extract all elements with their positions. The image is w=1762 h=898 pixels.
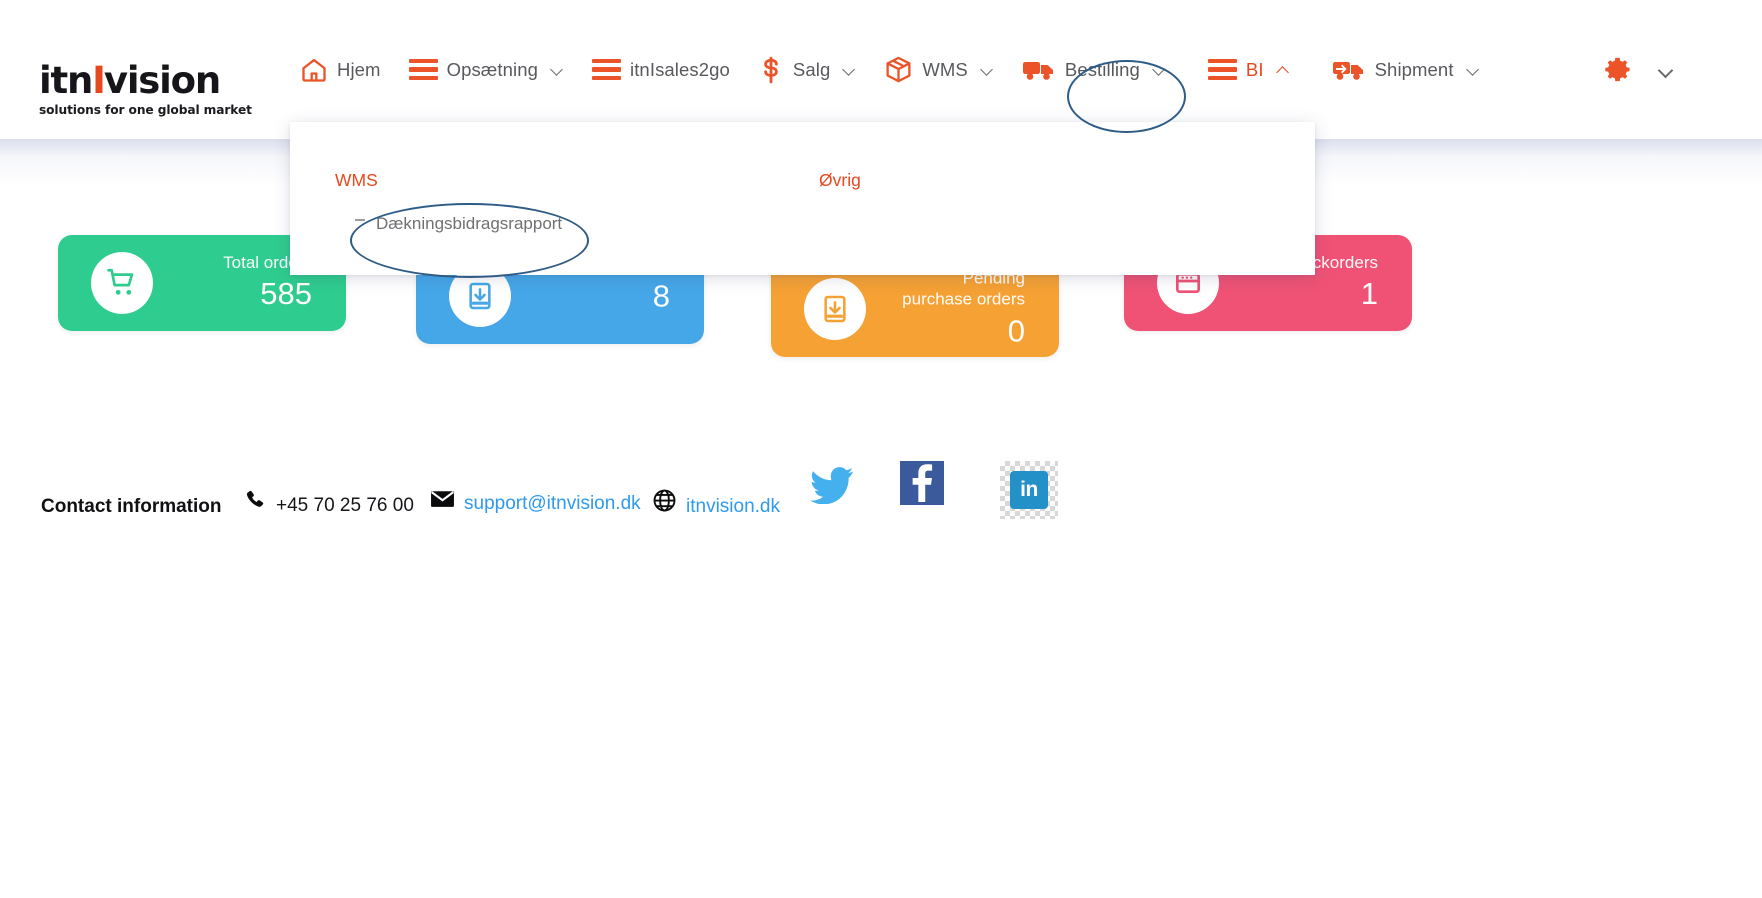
brand-tagline: solutions for one global market [39, 103, 252, 117]
footer-phone[interactable]: +45 70 25 76 00 [243, 488, 414, 517]
chevron-down-icon[interactable] [1659, 63, 1672, 76]
truck-arrow-icon [1332, 57, 1366, 83]
nav-label-bestilling: Bestilling [1064, 58, 1140, 80]
top-header: itnIvision solutions for one global mark… [0, 0, 1762, 139]
nav-label-wms: WMS [922, 58, 968, 80]
chevron-down-icon [1153, 63, 1166, 76]
dash-bullet-icon [355, 219, 365, 221]
footer-contact-bar: Contact information +45 70 25 76 00 supp… [0, 455, 1762, 545]
chevron-down-icon [1467, 63, 1480, 76]
nav-item-bestilling[interactable]: Bestilling [1008, 47, 1180, 93]
dollar-icon [758, 56, 784, 84]
stat-card-value: 0 [1007, 312, 1025, 348]
page-root: itnIvision solutions for one global mark… [0, 0, 1762, 898]
shopping-cart-icon [91, 252, 153, 314]
footer-email[interactable]: support@itnvision.dk [430, 488, 641, 515]
chevron-down-icon [981, 63, 994, 76]
footer-title: Contact information [41, 496, 222, 517]
globe-icon [652, 488, 677, 518]
stat-card-value: 8 [652, 278, 670, 314]
settings-menu[interactable] [1602, 0, 1672, 139]
nav-item-salg[interactable]: Salg [744, 46, 870, 94]
hamburger-icon [591, 59, 621, 80]
stat-card-text: 8 [534, 276, 692, 317]
chevron-up-icon [1277, 63, 1290, 76]
hamburger-icon [1207, 59, 1237, 80]
stat-card-pending-purchase-orders[interactable]: Pending purchase orders 0 [771, 261, 1059, 357]
footer-phone-number: +45 70 25 76 00 [276, 495, 414, 516]
home-icon [300, 56, 328, 84]
nav-item-bi[interactable]: BI [1194, 49, 1304, 91]
inbox-download-icon [804, 278, 866, 340]
gear-icon[interactable] [1602, 54, 1633, 85]
phone-icon [243, 488, 267, 517]
nav-label-bi: BI [1245, 58, 1264, 80]
nav-item-itnisales2go[interactable]: itnIsales2go [578, 49, 744, 91]
dropdown-item-daekningsbidragsrapport[interactable]: Dækningsbidragsrapport [355, 214, 562, 234]
stat-card-text: Pending purchase orders 0 [889, 267, 1047, 350]
hamburger-icon [408, 59, 438, 80]
nav-label-shipment: Shipment [1374, 58, 1454, 80]
brand-logo-wordmark: itnIvision [39, 62, 249, 99]
brand-name-bar: I [92, 59, 106, 102]
footer-email-link[interactable]: support@itnvision.dk [464, 493, 641, 515]
stat-card-value: 585 [260, 276, 312, 312]
nav-label-itnisales2go: itnIsales2go [629, 58, 730, 80]
bi-dropdown-panel: WMS Øvrig Dækningsbidragsrapport [290, 122, 1315, 275]
dropdown-item-label: Dækningsbidragsrapport [376, 214, 563, 233]
nav-item-hjem[interactable]: Hjem [286, 46, 395, 94]
nav-item-opsaetning[interactable]: Opsætning [395, 49, 578, 91]
nav-label-salg: Salg [792, 58, 831, 80]
main-navigation: Hjem Opsætning itnIsales2go Salg WMS Bes… [286, 0, 1494, 139]
chevron-down-icon [843, 63, 856, 76]
nav-item-shipment[interactable]: Shipment [1318, 47, 1494, 93]
brand-logo[interactable]: itnIvision solutions for one global mark… [39, 62, 252, 117]
footer-website-link[interactable]: itnvision.dk [686, 496, 780, 518]
nav-label-hjem: Hjem [337, 58, 381, 80]
nav-item-wms[interactable]: WMS [870, 45, 1008, 94]
stat-card-value: 1 [1360, 276, 1378, 312]
mail-icon [430, 488, 455, 515]
dropdown-column-title-ovrig: Øvrig [819, 170, 861, 190]
truck-icon [1022, 57, 1056, 83]
dropdown-column-title-wms: WMS [335, 170, 378, 190]
brand-name-part1: itn [39, 59, 93, 102]
nav-label-opsaetning: Opsætning [446, 58, 538, 80]
brand-name-part2: vision [103, 59, 221, 102]
footer-website[interactable]: itnvision.dk [652, 488, 780, 518]
chevron-down-icon [551, 63, 564, 76]
box-icon [884, 55, 913, 84]
